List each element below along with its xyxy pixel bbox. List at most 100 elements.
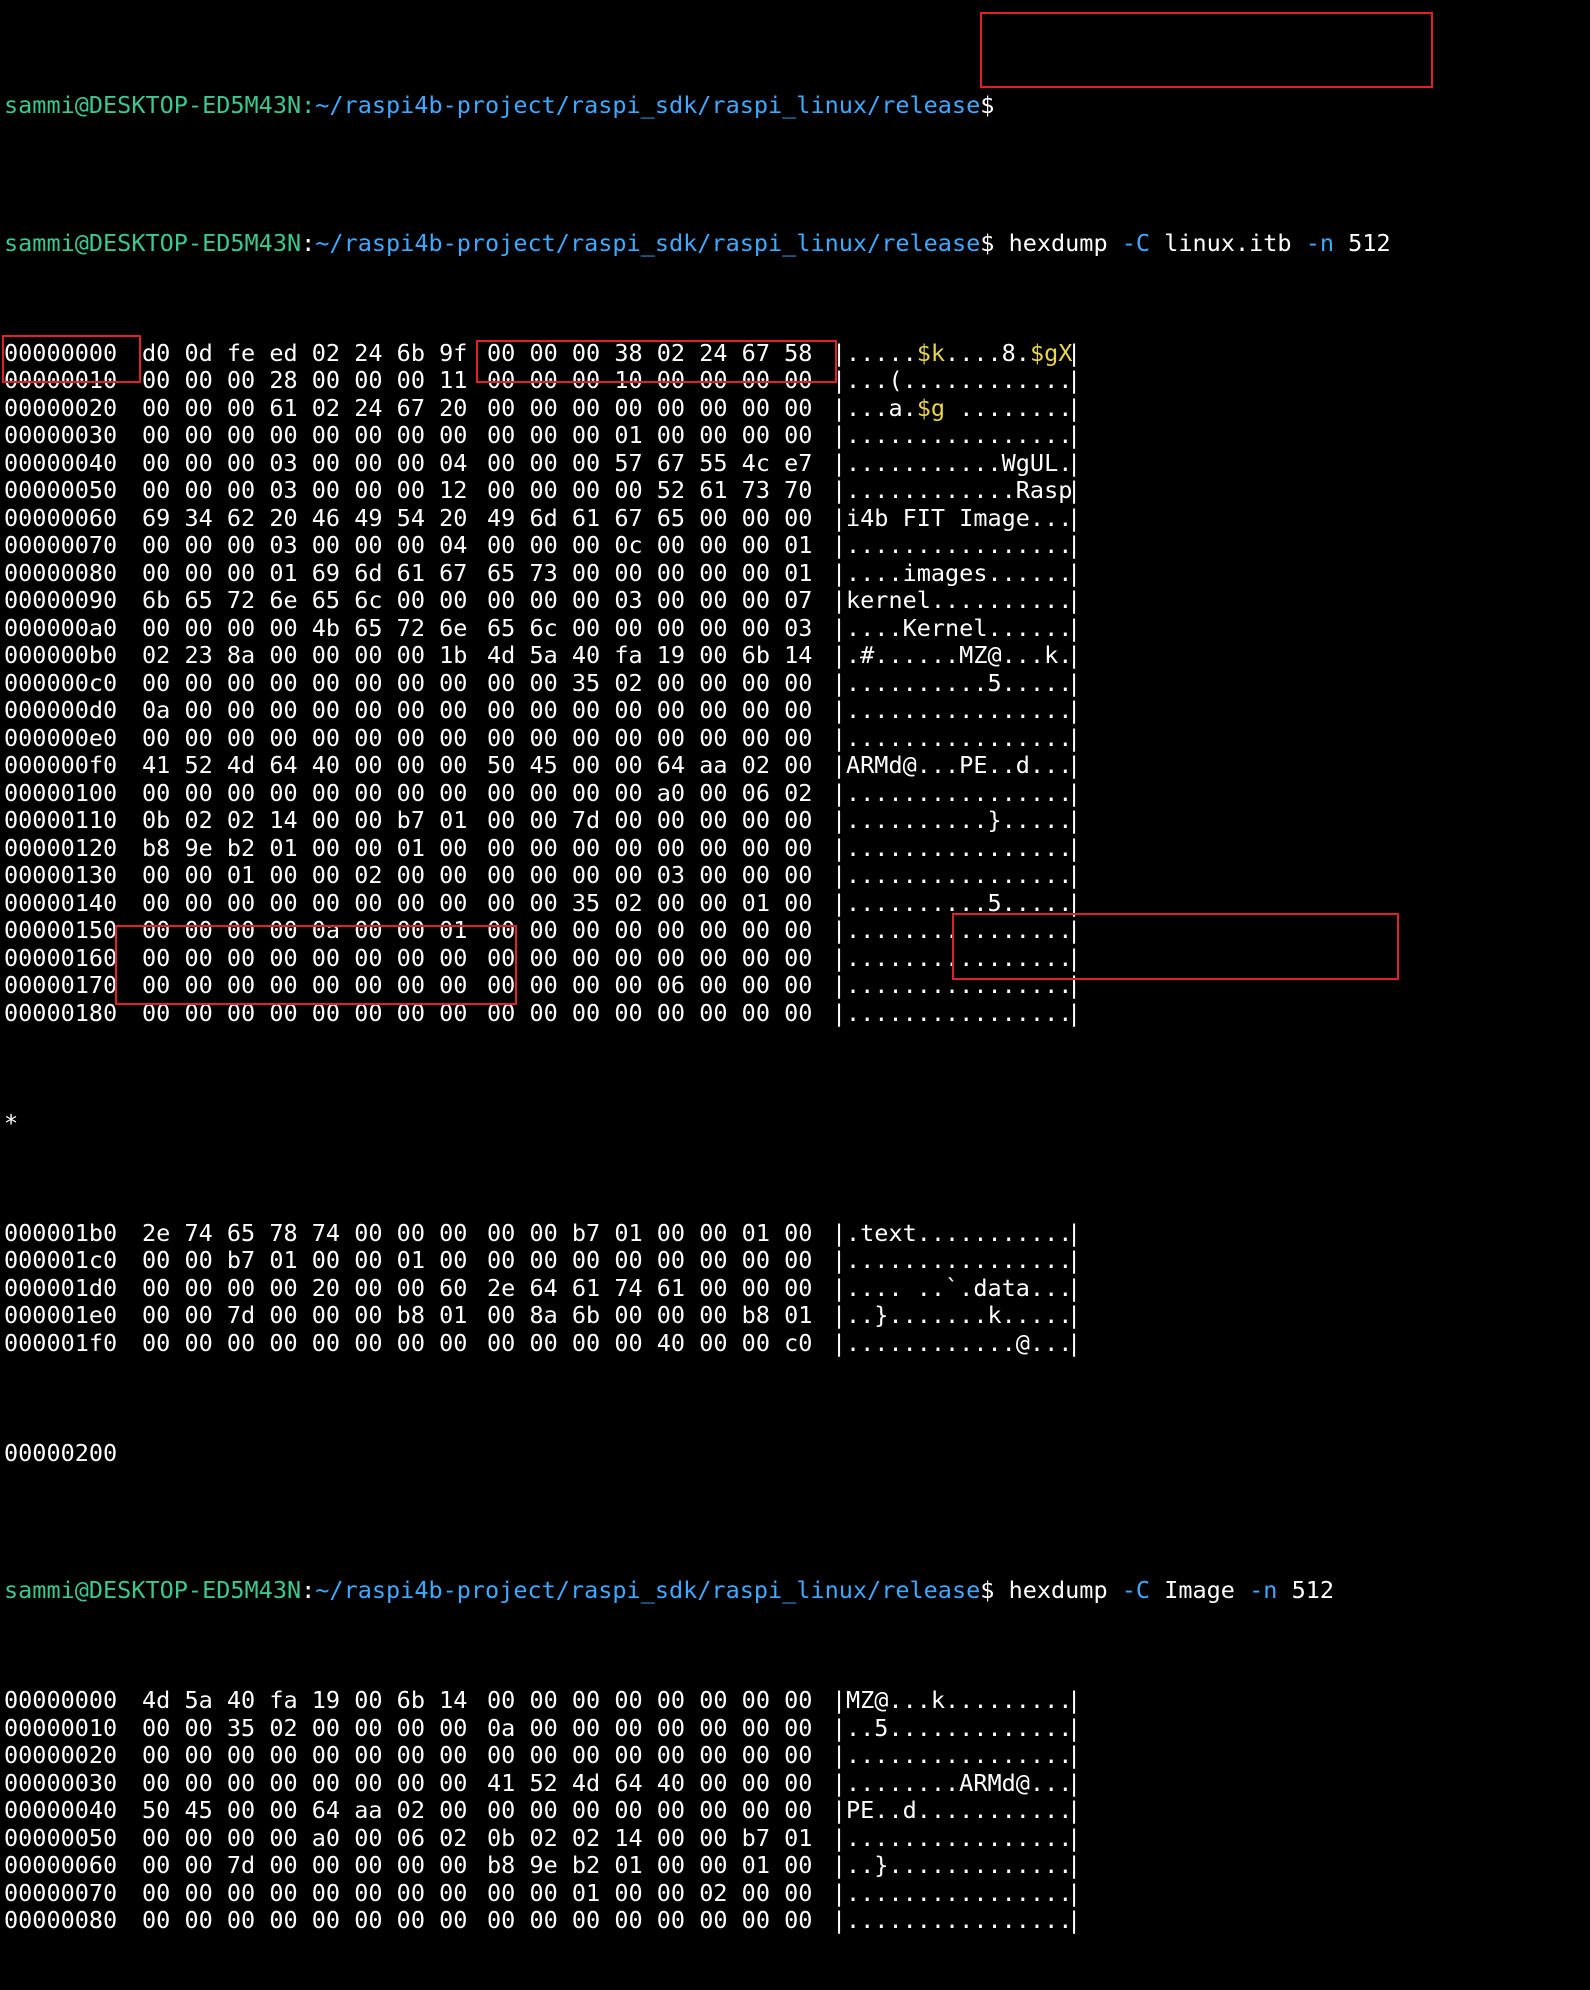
hexdump-row: 00000080 00 00 00 00 00 00 00 00 00 00 00 … bbox=[0, 1906, 1590, 1935]
ascii-text: ................ bbox=[846, 1906, 1073, 1934]
ascii-border-right: | bbox=[1067, 971, 1082, 999]
hex-offset: 00000160 bbox=[4, 943, 118, 972]
ascii-border-right: | bbox=[1067, 833, 1082, 862]
ascii-border-right: | bbox=[1067, 448, 1082, 477]
hex-offset: 00000020 bbox=[4, 1741, 118, 1769]
hexdump-row: 00000110 0b 02 02 14 00 00 b7 01 00 00 7d … bbox=[0, 806, 1590, 835]
command-flag: -C bbox=[1121, 1576, 1151, 1604]
hex-bytes-group-1: 41 52 4d 64 40 00 00 00 bbox=[142, 751, 468, 779]
hex-bytes-group-2: 00 00 00 00 00 00 00 00 bbox=[487, 1906, 813, 1934]
repeat-marker-line: * bbox=[0, 1109, 1590, 1138]
end-offset: 00000200 bbox=[4, 1438, 118, 1467]
ascii-border-right: | bbox=[1067, 1906, 1082, 1934]
ascii-border-right: | bbox=[1067, 1713, 1082, 1742]
ascii-text: PE..d........... bbox=[846, 1796, 1073, 1824]
hex-bytes-group-2: 00 00 00 00 00 00 00 00 bbox=[487, 943, 813, 972]
hex-offset: 000000a0 bbox=[4, 613, 118, 642]
hex-bytes-group-1: 2e 74 65 78 74 00 00 00 bbox=[142, 1218, 468, 1247]
hex-bytes-group-2: 00 00 00 00 00 00 00 00 bbox=[487, 916, 813, 944]
hex-bytes-group-1: 00 00 00 01 69 6d 61 67 bbox=[142, 558, 468, 587]
hex-bytes-group-2: 00 00 00 00 52 61 73 70 bbox=[487, 476, 813, 504]
hex-bytes-group-1: 00 00 00 00 00 00 00 00 bbox=[142, 1768, 468, 1797]
command-line-1[interactable]: sammi@DESKTOP-ED5M43N:~/raspi4b-project/… bbox=[0, 228, 1590, 258]
hex-bytes-group-2: 00 00 00 00 a0 00 06 02 bbox=[487, 778, 813, 807]
hex-bytes-group-2: 50 45 00 00 64 aa 02 00 bbox=[487, 751, 813, 779]
hex-offset: 000001c0 bbox=[4, 1246, 118, 1274]
ascii-text: ...(............ bbox=[846, 366, 1073, 394]
hex-bytes-group-2: 00 00 00 00 06 00 00 00 bbox=[487, 971, 813, 999]
ascii-border-right: | bbox=[1067, 1246, 1082, 1274]
terminal-window[interactable]: sammi@DESKTOP-ED5M43N:~/raspi4b-project/… bbox=[0, 0, 1590, 1990]
hexdump-row: 00000120 b8 9e b2 01 00 00 01 00 00 00 00 … bbox=[0, 833, 1590, 863]
ascii-border-left: | bbox=[832, 558, 847, 587]
hex-bytes-group-1: 00 00 00 00 0a 00 00 01 bbox=[142, 916, 468, 944]
ascii-border-right: | bbox=[1067, 888, 1082, 917]
hex-offset: 00000000 bbox=[4, 338, 118, 367]
hexdump-row: 00000030 00 00 00 00 00 00 00 00 00 00 00 … bbox=[0, 421, 1590, 450]
hex-bytes-group-2: 0b 02 02 14 00 00 b7 01 bbox=[487, 1823, 813, 1852]
hex-offset: 00000040 bbox=[4, 448, 118, 477]
ascii-border-left: | bbox=[832, 338, 847, 367]
hex-bytes-group-2: 00 00 00 38 02 24 67 58 bbox=[487, 338, 813, 367]
hex-bytes-group-1: 00 00 00 03 00 00 00 04 bbox=[142, 531, 468, 559]
hex-offset: 00000060 bbox=[4, 1851, 118, 1879]
hex-offset: 00000080 bbox=[4, 558, 118, 587]
ascii-border-left: | bbox=[832, 1878, 847, 1907]
hex-bytes-group-1: 00 00 00 00 00 00 00 00 bbox=[142, 1741, 468, 1769]
hexdump-row: 00000080 00 00 00 01 69 6d 61 67 65 73 00 … bbox=[0, 558, 1590, 588]
hexdump-row: 00000050 00 00 00 03 00 00 00 12 00 00 00 … bbox=[0, 476, 1590, 505]
ascii-border-right: | bbox=[1067, 916, 1082, 944]
hex-bytes-group-1: 00 00 00 00 00 00 00 00 bbox=[142, 1878, 468, 1907]
ascii-border-right: | bbox=[1067, 366, 1082, 394]
hexdump-row: 000001d0 00 00 00 00 20 00 00 60 2e 64 61 … bbox=[0, 1274, 1590, 1303]
command-file: linux.itb bbox=[1164, 228, 1292, 257]
command-file: Image bbox=[1164, 1576, 1235, 1604]
ascii-text: ..}............. bbox=[846, 1851, 1073, 1879]
hex-bytes-group-2: 41 52 4d 64 40 00 00 00 bbox=[487, 1768, 813, 1797]
ascii-border-left: | bbox=[832, 1686, 847, 1714]
ascii-border-right: | bbox=[1067, 943, 1082, 972]
ascii-text: ARMd@...PE..d... bbox=[846, 751, 1073, 779]
hex-bytes-group-1: 00 00 00 28 00 00 00 11 bbox=[142, 366, 468, 394]
hex-bytes-group-2: 00 00 7d 00 00 00 00 00 bbox=[487, 806, 813, 834]
hex-bytes-group-1: 02 23 8a 00 00 00 00 1b bbox=[142, 641, 468, 669]
hex-bytes-group-1: 00 00 00 00 00 00 00 00 bbox=[142, 1328, 468, 1357]
ascii-border-left: | bbox=[832, 778, 847, 807]
prompt-user-host: sammi@DESKTOP-ED5M43N: bbox=[4, 91, 316, 119]
hex-offset: 00000010 bbox=[4, 366, 118, 394]
ascii-text: ................ bbox=[846, 778, 1073, 807]
prompt-path: ~/raspi4b-project/raspi_sdk/raspi_linux/… bbox=[315, 1576, 981, 1604]
ascii-border-left: | bbox=[832, 421, 847, 449]
prompt-symbol: $ bbox=[980, 1576, 995, 1604]
hex-bytes-group-1: 00 00 00 00 00 00 00 00 bbox=[142, 1906, 468, 1934]
hex-offset: 00000170 bbox=[4, 971, 118, 999]
ascii-border-left: | bbox=[832, 448, 847, 477]
ascii-text: ................ bbox=[846, 916, 1073, 944]
ascii-border-right: | bbox=[1067, 1328, 1082, 1357]
hex-bytes-group-2: 00 00 00 00 00 00 00 00 bbox=[487, 723, 813, 752]
hex-bytes-group-2: 00 00 00 00 03 00 00 00 bbox=[487, 861, 813, 889]
ascii-text: .....$k....8.$gX bbox=[846, 339, 1072, 368]
ascii-border-left: | bbox=[832, 1906, 847, 1934]
ascii-text: ................ bbox=[846, 723, 1073, 752]
command-line-2[interactable]: sammi@DESKTOP-ED5M43N:~/raspi4b-project/… bbox=[0, 1576, 1590, 1605]
ascii-text: ................ bbox=[846, 861, 1073, 889]
ascii-border-right: | bbox=[1067, 586, 1082, 614]
ascii-border-right: | bbox=[1067, 778, 1082, 807]
ascii-border-right: | bbox=[1067, 641, 1082, 669]
hex-bytes-group-1: 50 45 00 00 64 aa 02 00 bbox=[142, 1796, 468, 1824]
ascii-border-left: | bbox=[832, 531, 847, 559]
hex-bytes-group-2: 00 00 00 00 00 00 00 00 bbox=[487, 393, 813, 422]
ascii-border-right: | bbox=[1067, 503, 1082, 532]
hex-bytes-group-2: b8 9e b2 01 00 00 01 00 bbox=[487, 1851, 813, 1879]
hexdump-row: 000001f0 00 00 00 00 00 00 00 00 00 00 00 … bbox=[0, 1328, 1590, 1358]
ascii-text: ................ bbox=[846, 998, 1073, 1027]
hexdump-row: 00000020 00 00 00 00 00 00 00 00 00 00 00 … bbox=[0, 1741, 1590, 1770]
ascii-border-right: | bbox=[1067, 613, 1082, 642]
ascii-border-left: | bbox=[832, 668, 847, 697]
ascii-border-right: | bbox=[1067, 1741, 1082, 1769]
prompt-path: ~/raspi4b-project/raspi_sdk/raspi_linux/… bbox=[315, 91, 981, 119]
ascii-text: ................ bbox=[846, 943, 1073, 972]
hexdump-row: 00000050 00 00 00 00 a0 00 06 02 0b 02 02 … bbox=[0, 1823, 1590, 1853]
ascii-text: .#......MZ@...k. bbox=[846, 641, 1073, 669]
